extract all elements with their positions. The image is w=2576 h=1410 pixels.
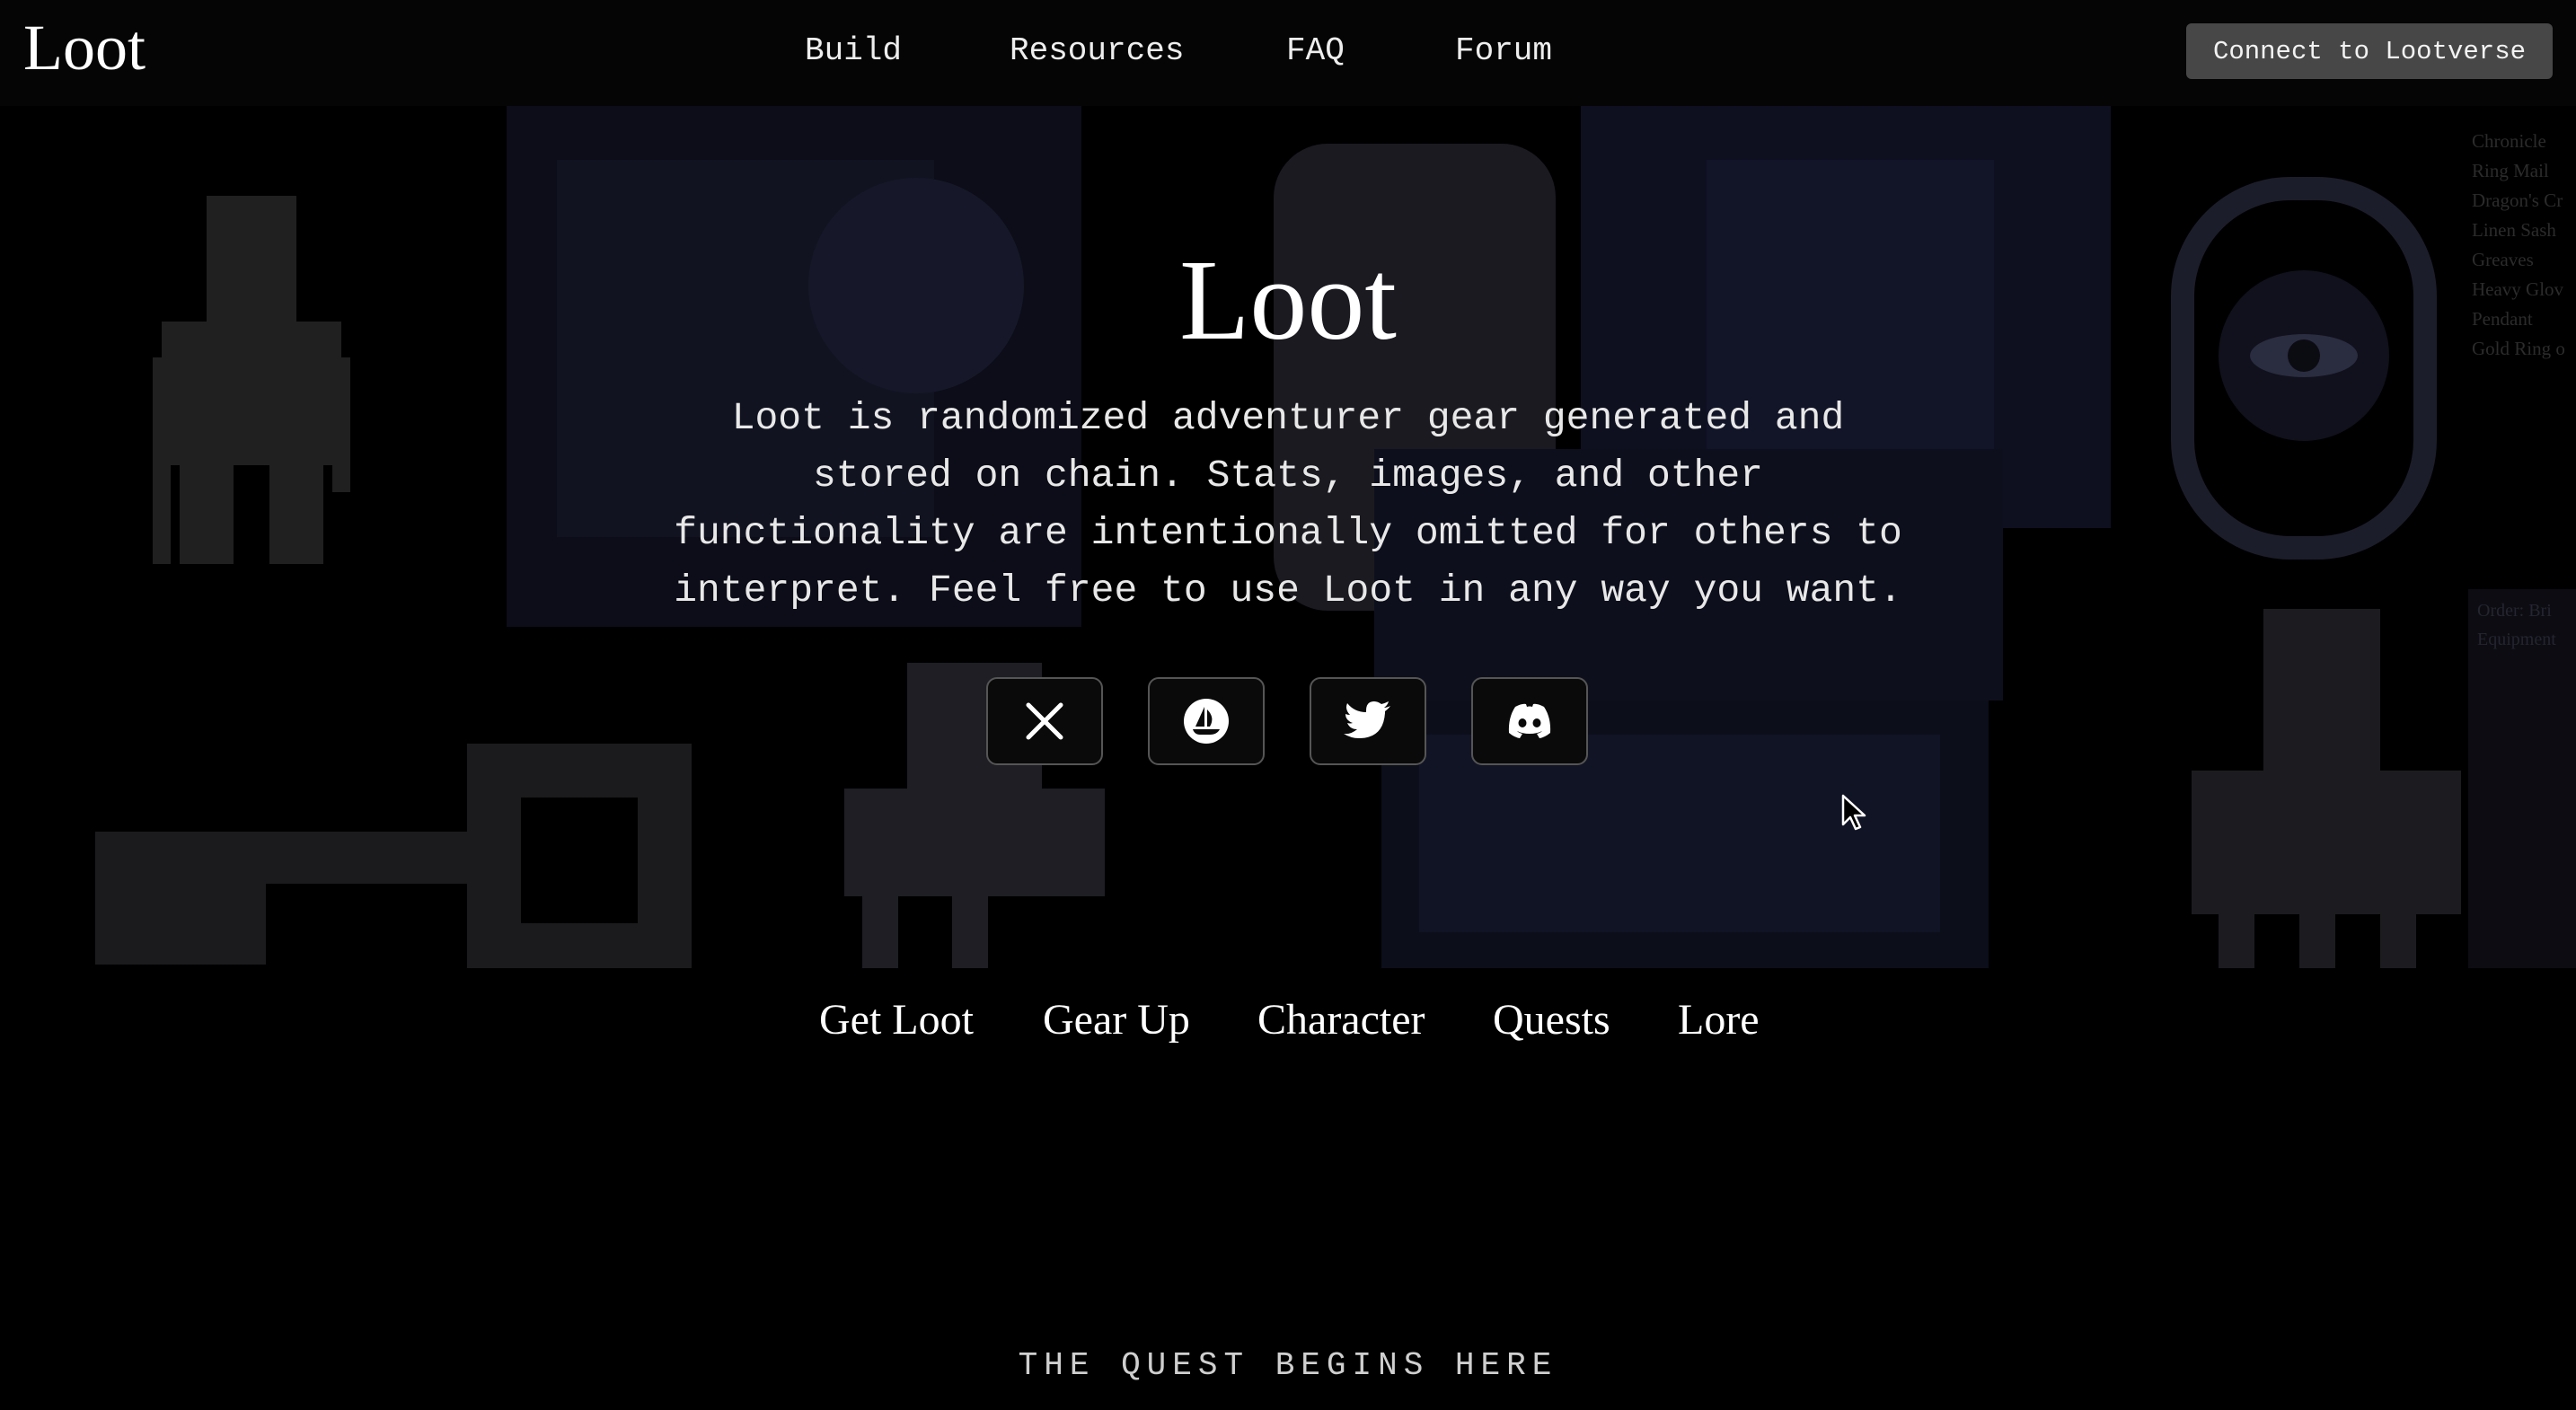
art-character-right [2192, 609, 2461, 968]
opensea-icon [1184, 699, 1229, 744]
tab-character[interactable]: Character [1257, 995, 1425, 1044]
mouse-cursor-icon [1841, 794, 1866, 831]
tab-quests[interactable]: Quests [1493, 995, 1610, 1044]
nav-forum[interactable]: Forum [1455, 32, 1552, 69]
nav-faq[interactable]: FAQ [1286, 32, 1345, 69]
discord-icon [1508, 703, 1551, 738]
connect-lootverse-button[interactable]: Connect to Lootverse [2185, 23, 2553, 79]
art-order-line-1: Equipment [2477, 630, 2556, 649]
quest-tagline: THE QUEST BEGINS HERE [1018, 1347, 1558, 1384]
tab-lore[interactable]: Lore [1678, 995, 1760, 1044]
nav-resources[interactable]: Resources [1010, 32, 1184, 69]
art-order-line-0: Order: Bri [2477, 601, 2552, 621]
art-key [95, 744, 692, 968]
tab-get-loot[interactable]: Get Loot [819, 995, 974, 1044]
art-item-3: Linen Sash [2472, 219, 2556, 241]
art-item-1: Ring Mail [2472, 160, 2549, 181]
opensea-link-button[interactable] [1148, 677, 1265, 765]
art-item-2: Dragon's Cr [2472, 189, 2563, 211]
art-item-0: Chronicle [2472, 130, 2546, 152]
hero-title: Loot [1179, 236, 1397, 364]
hero-description: Loot is randomized adventurer gear gener… [674, 396, 1902, 612]
twitter-icon [1344, 701, 1390, 738]
top-nav-bar: Loot Build Resources FAQ Forum Connect t… [0, 0, 2576, 106]
discord-link-button[interactable] [1471, 677, 1588, 765]
twitter-link-button[interactable] [1310, 677, 1426, 765]
x-link-button[interactable] [986, 677, 1103, 765]
nav-build[interactable]: Build [805, 32, 902, 69]
site-logo[interactable]: Loot [23, 11, 146, 85]
x-icon [1026, 702, 1063, 740]
tab-gear-up[interactable]: Gear Up [1043, 995, 1190, 1044]
